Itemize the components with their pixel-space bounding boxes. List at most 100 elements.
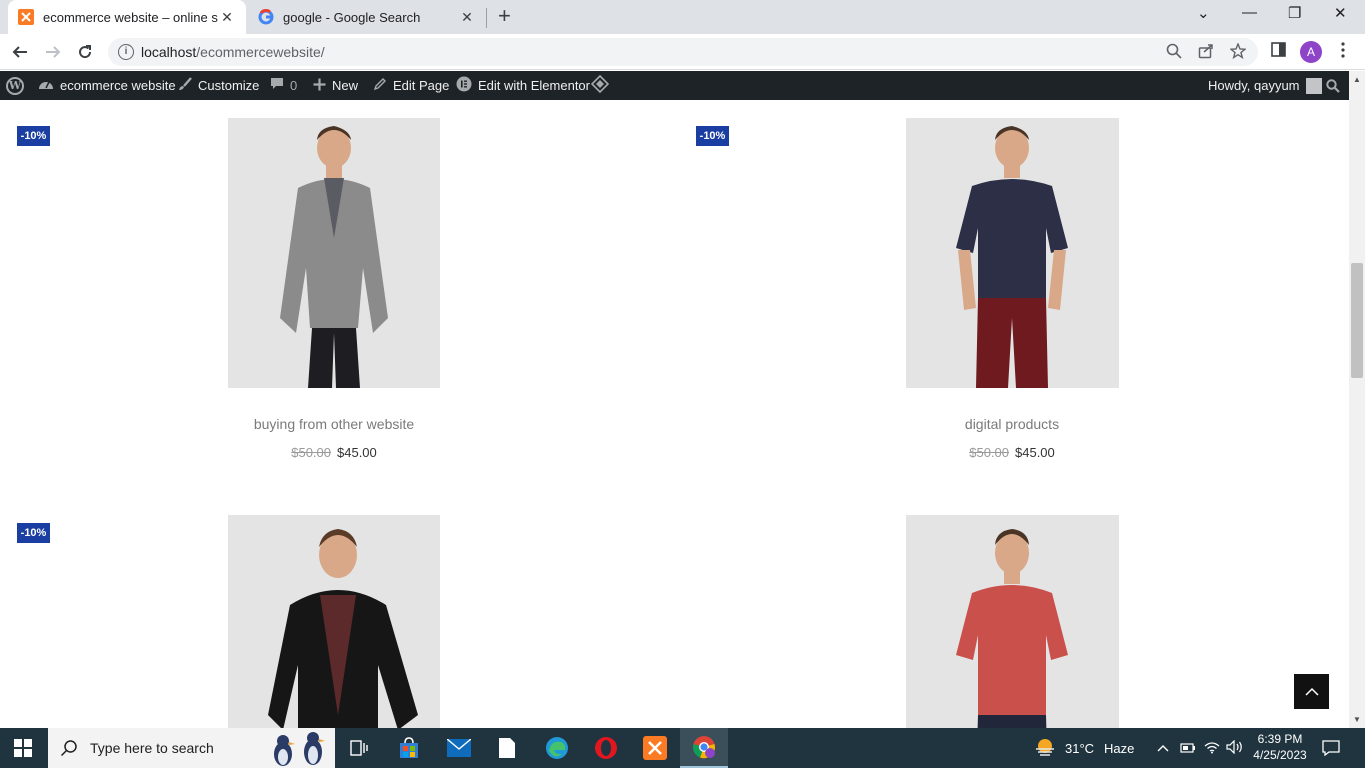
- windows-taskbar: Type here to search 31°C Haze 6:39 PM 4/…: [0, 728, 1365, 768]
- address-bar[interactable]: i localhost/ecommercewebsite/: [108, 38, 1258, 66]
- search-placeholder: Type here to search: [90, 740, 214, 756]
- wp-logo-menu[interactable]: W: [6, 71, 24, 100]
- chrome-button[interactable]: [680, 728, 728, 768]
- product-image[interactable]: [228, 118, 440, 388]
- url-path: /ecommercewebsite/: [196, 44, 325, 60]
- sale-price: $45.00: [1015, 445, 1055, 460]
- scroll-to-top-button[interactable]: [1294, 674, 1329, 709]
- scrollbar-thumb[interactable]: [1351, 263, 1363, 378]
- task-view-icon: [350, 740, 368, 756]
- search-icon: [1326, 78, 1340, 93]
- show-hidden-icons-chevron-icon[interactable]: [1156, 741, 1170, 756]
- tab-strip: ecommerce website – online store ✕ googl…: [0, 0, 1365, 34]
- url-host: localhost: [141, 44, 197, 60]
- new-content-menu[interactable]: New: [313, 71, 358, 100]
- elementor-icon: [456, 76, 472, 95]
- sale-badge: -10%: [17, 523, 50, 543]
- google-favicon-icon: [258, 9, 274, 25]
- tab-search-chevron-icon[interactable]: ⌄: [1197, 4, 1210, 22]
- side-panel-icon[interactable]: [1271, 42, 1286, 62]
- browser-toolbar: i localhost/ecommercewebsite/ A: [0, 34, 1365, 70]
- paintbrush-icon: [178, 77, 192, 94]
- howdy-label: Howdy, qayyum: [1208, 78, 1300, 93]
- opera-icon: [595, 737, 617, 759]
- edit-page-link[interactable]: Edit Page: [373, 71, 449, 100]
- notifications-button[interactable]: [1322, 728, 1340, 768]
- battery-icon[interactable]: [1180, 741, 1196, 756]
- comment-bubble-icon: [270, 77, 284, 94]
- edit-page-label: Edit Page: [393, 78, 450, 93]
- product-image[interactable]: [228, 515, 440, 728]
- page-scrollbar[interactable]: ▲ ▼: [1349, 71, 1365, 728]
- product-price: $50.00 $45.00: [862, 445, 1162, 460]
- volume-icon[interactable]: [1226, 739, 1244, 757]
- microsoft-store-button[interactable]: [385, 728, 433, 768]
- back-button[interactable]: [9, 41, 31, 63]
- restore-button[interactable]: ❐: [1288, 4, 1301, 22]
- reload-icon: [79, 45, 92, 59]
- admin-search-button[interactable]: [1326, 71, 1340, 100]
- clock-time: 6:39 PM: [1257, 732, 1303, 746]
- comments-count: 0: [290, 78, 298, 93]
- close-window-button[interactable]: ✕: [1334, 4, 1347, 22]
- product-image[interactable]: [906, 515, 1119, 728]
- store-bag-icon: [400, 737, 418, 758]
- edge-icon: [546, 737, 568, 759]
- tab-close-icon[interactable]: ✕: [458, 9, 476, 26]
- my-account-menu[interactable]: Howdy, qayyum: [1208, 71, 1322, 100]
- share-icon[interactable]: [1198, 43, 1214, 63]
- start-button[interactable]: [0, 728, 46, 768]
- scroll-down-arrow-icon[interactable]: ▼: [1353, 715, 1361, 724]
- chrome-icon: [693, 736, 715, 759]
- edge-browser-button[interactable]: [533, 728, 581, 768]
- product-title[interactable]: buying from other website: [184, 416, 484, 432]
- taskbar-clock[interactable]: 6:39 PM 4/25/2023: [1246, 731, 1314, 763]
- taskbar-search-box[interactable]: Type here to search: [48, 728, 335, 768]
- weather-description: Haze: [1104, 740, 1135, 756]
- minimize-button[interactable]: —: [1242, 4, 1257, 21]
- weather-widget[interactable]: 31°C Haze: [1034, 728, 1134, 768]
- wifi-icon[interactable]: [1204, 740, 1220, 757]
- xampp-button[interactable]: [631, 728, 679, 768]
- scroll-up-arrow-icon[interactable]: ▲: [1353, 75, 1361, 84]
- reload-button[interactable]: [74, 41, 96, 63]
- weather-temperature: 31°C: [1065, 740, 1095, 756]
- opera-browser-button[interactable]: [582, 728, 630, 768]
- zoom-icon[interactable]: [1166, 43, 1182, 63]
- profile-avatar[interactable]: A: [1300, 41, 1322, 63]
- tab-google[interactable]: google - Google Search ✕: [248, 0, 486, 34]
- pencil-icon: [373, 77, 387, 94]
- forward-button[interactable]: [42, 41, 64, 63]
- tab-close-icon[interactable]: ✕: [218, 9, 236, 26]
- wp-admin-bar: W ecommerce website Customize 0 New Edit…: [0, 71, 1349, 100]
- new-label: New: [332, 78, 359, 93]
- task-view-button[interactable]: [335, 728, 383, 768]
- file-button[interactable]: [483, 728, 531, 768]
- tab-title: google - Google Search: [283, 9, 421, 25]
- edit-elementor-link[interactable]: Edit with Elementor: [456, 71, 590, 100]
- diamond-menu[interactable]: [590, 71, 615, 100]
- xampp-favicon-icon: [18, 9, 34, 25]
- customize-link[interactable]: Customize: [178, 71, 259, 100]
- mail-button[interactable]: [435, 728, 483, 768]
- product-title[interactable]: digital products: [862, 416, 1162, 432]
- new-tab-button[interactable]: +: [498, 5, 511, 27]
- sale-badge: -10%: [696, 126, 729, 146]
- sale-badge: -10%: [17, 126, 50, 146]
- windows-logo-icon: [14, 739, 32, 757]
- dashboard-icon: [38, 77, 54, 94]
- haze-sun-icon: [1036, 739, 1054, 756]
- clock-date: 4/25/2023: [1253, 748, 1307, 762]
- menu-kebab-icon[interactable]: [1340, 42, 1346, 63]
- document-file-icon: [499, 738, 515, 758]
- product-image[interactable]: [906, 118, 1119, 388]
- site-name-menu[interactable]: ecommerce website: [38, 71, 176, 100]
- bookmark-star-icon[interactable]: [1229, 42, 1247, 63]
- old-price: $50.00: [291, 445, 331, 460]
- tab-ecommerce[interactable]: ecommerce website – online store ✕: [8, 0, 246, 34]
- comments-link[interactable]: 0: [270, 71, 297, 100]
- chevron-up-icon: [1304, 687, 1319, 696]
- site-info-icon[interactable]: i: [118, 44, 134, 60]
- shop-product-grid: -10% buying from other website $50.00 $45…: [0, 100, 1349, 728]
- mail-envelope-icon: [447, 739, 471, 757]
